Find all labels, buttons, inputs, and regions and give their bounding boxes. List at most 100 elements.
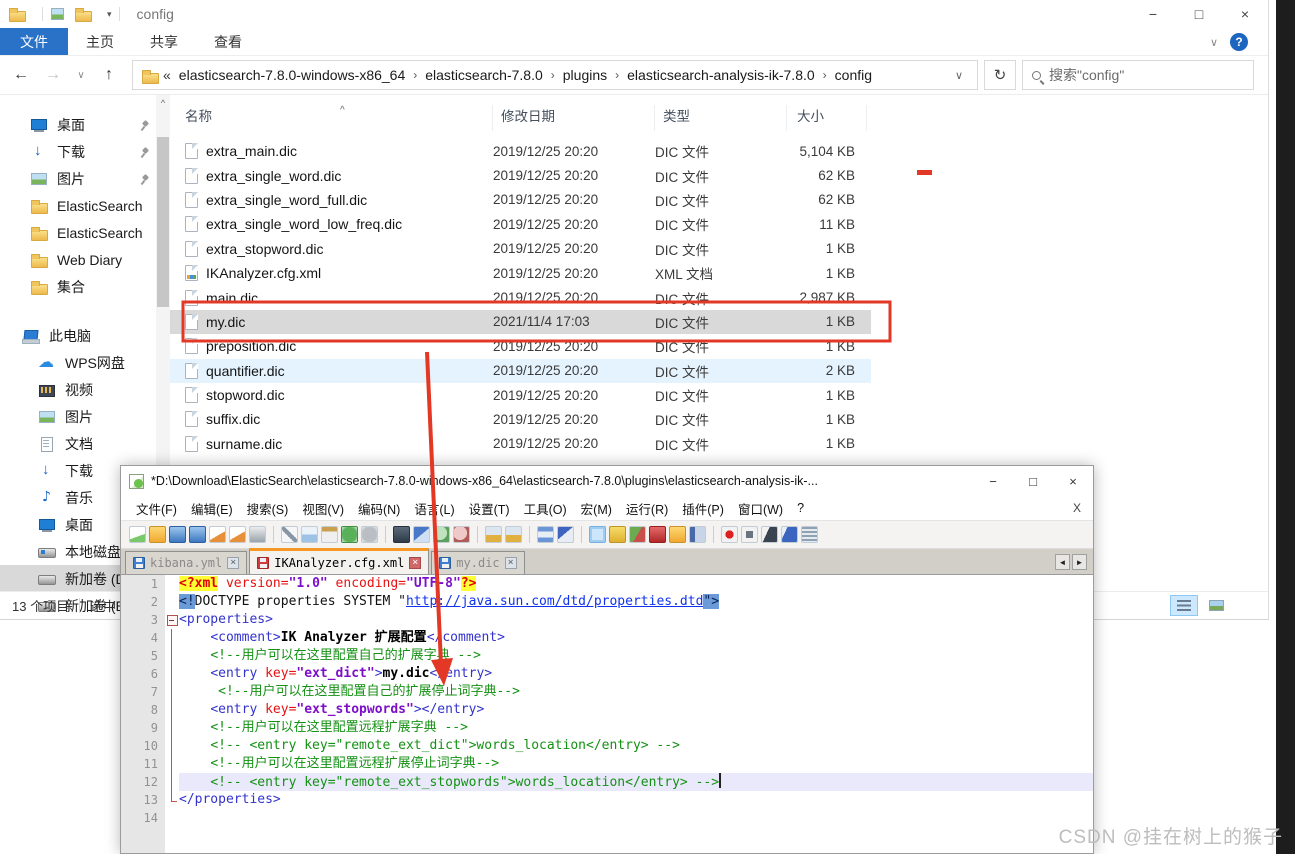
editor-tab-kibana.yml[interactable]: kibana.yml [125, 551, 248, 574]
address-dropdown-icon[interactable]: ∨ [949, 69, 969, 82]
sidebar-item-ElasticSearch[interactable]: ElasticSearch [0, 219, 156, 246]
code-editor[interactable]: 1 <?xml version="1.0" encoding="UTF-8"?> 2… [121, 575, 1093, 853]
bookmark-margin[interactable] [121, 809, 135, 827]
tab-close-icon[interactable] [409, 556, 422, 569]
bookmark-margin[interactable] [121, 629, 135, 647]
bookmark-margin[interactable] [121, 701, 135, 719]
new-file-icon[interactable] [129, 526, 146, 543]
npp-close-button[interactable]: × [1053, 466, 1093, 496]
close-button[interactable]: × [1222, 0, 1268, 28]
editor-tab-IKAnalyzer.cfg.xml[interactable]: IKAnalyzer.cfg.xml [249, 548, 430, 574]
breadcrumb-segment[interactable]: config [835, 67, 872, 83]
save-all-icon[interactable] [189, 526, 206, 543]
word-wrap-icon[interactable] [537, 526, 554, 543]
file-row-IKAnalyzer.cfg.xml[interactable]: IKAnalyzer.cfg.xml 2019/12/25 20:20 XML 文档… [170, 261, 871, 285]
ribbon-tab-file[interactable]: 文件 [0, 28, 68, 55]
bookmark-margin[interactable] [121, 719, 135, 737]
bookmark-margin[interactable] [121, 611, 135, 629]
column-header-类型[interactable]: 类型 [655, 105, 787, 131]
sidebar-item-文档[interactable]: 文档 [0, 430, 156, 457]
npp-maximize-button[interactable]: □ [1013, 466, 1053, 496]
sidebar-item-视频[interactable]: 视频 [0, 376, 156, 403]
function-list-icon[interactable] [649, 526, 666, 543]
copy-icon[interactable] [301, 526, 318, 543]
npp-menu-运行(R)[interactable]: 运行(R) [619, 499, 675, 518]
close-all-icon[interactable] [229, 526, 246, 543]
sidebar-item-此电脑[interactable]: 此电脑 [0, 322, 156, 349]
recent-locations-icon[interactable]: ∨ [72, 70, 90, 81]
file-row-main.dic[interactable]: main.dic 2019/12/25 20:20 DIC 文件 2,987 KB [170, 285, 871, 309]
zoom-in-icon[interactable] [433, 526, 450, 543]
file-row-extra_stopword.dic[interactable]: extra_stopword.dic 2019/12/25 20:20 DIC 文件… [170, 237, 871, 261]
npp-menu-语言(L)[interactable]: 语言(L) [407, 499, 461, 518]
sidebar-item-Web Diary[interactable]: Web Diary [0, 246, 156, 273]
breadcrumb-segment[interactable]: elasticsearch-7.8.0-windows-x86_64 [179, 67, 405, 83]
file-row-surname.dic[interactable]: surname.dic 2019/12/25 20:20 DIC 文件 1 KB [170, 432, 871, 456]
quick-access-customize-icon[interactable]: ▾ [107, 9, 112, 20]
bookmark-margin[interactable] [121, 575, 135, 593]
sidebar-item-桌面[interactable]: 桌面 [0, 111, 156, 138]
ribbon-collapse-icon[interactable]: ∨ [1210, 36, 1218, 49]
thumbnail-view-button[interactable] [1202, 595, 1230, 616]
show-all-characters-icon[interactable] [557, 526, 574, 543]
bookmark-margin[interactable] [121, 593, 135, 611]
sync-scroll-h-icon[interactable] [505, 526, 522, 543]
sidebar-item-图片[interactable]: 图片 [0, 165, 156, 192]
breadcrumb-overflow[interactable]: « [163, 67, 171, 83]
file-row-extra_single_word_full.dic[interactable]: extra_single_word_full.dic 2019/12/25 20:… [170, 188, 871, 212]
maximize-button[interactable]: □ [1176, 0, 1222, 28]
tab-scroll-left-icon[interactable]: ◄ [1055, 554, 1070, 570]
file-row-my.dic[interactable]: my.dic 2021/11/4 17:03 DIC 文件 1 KB [170, 309, 871, 335]
undo-icon[interactable] [341, 526, 358, 543]
indent-guide-icon[interactable] [589, 526, 606, 543]
sidebar-item-集合[interactable]: 集合 [0, 273, 156, 300]
bookmark-margin[interactable] [121, 791, 135, 809]
quick-access-new-folder-icon[interactable] [74, 6, 92, 22]
npp-menu-搜索(S)[interactable]: 搜索(S) [240, 499, 296, 518]
view-in-browser-icon[interactable] [629, 526, 646, 543]
breadcrumb-segment[interactable]: elasticsearch-analysis-ik-7.8.0 [627, 67, 815, 83]
ribbon-tab-2[interactable]: 共享 [132, 28, 196, 55]
sidebar-item-下载[interactable]: 下载 [0, 138, 156, 165]
redo-icon[interactable] [361, 526, 378, 543]
open-file-icon[interactable] [149, 526, 166, 543]
details-view-button[interactable] [1170, 595, 1198, 616]
zoom-out-icon[interactable] [453, 526, 470, 543]
npp-menubar-close-icon[interactable]: X [1073, 501, 1081, 515]
minimize-button[interactable]: − [1130, 0, 1176, 28]
file-row-stopword.dic[interactable]: stopword.dic 2019/12/25 20:20 DIC 文件 1 KB [170, 383, 871, 407]
macro-play-icon[interactable] [761, 526, 778, 543]
back-button[interactable]: ← [8, 66, 34, 84]
macro-stop-icon[interactable] [741, 526, 758, 543]
close-icon[interactable] [209, 526, 226, 543]
file-row-extra_single_word.dic[interactable]: extra_single_word.dic 2019/12/25 20:20 DIC… [170, 163, 871, 187]
npp-menu-工具(O)[interactable]: 工具(O) [517, 499, 574, 518]
sidebar-item-ElasticSearch[interactable]: ElasticSearch [0, 192, 156, 219]
scrollbar-up-icon[interactable]: ^ [156, 95, 170, 108]
print-icon[interactable] [249, 526, 266, 543]
bookmark-margin[interactable] [121, 683, 135, 701]
refresh-button[interactable]: ↻ [984, 60, 1016, 90]
npp-menu-编辑(E)[interactable]: 编辑(E) [184, 499, 240, 518]
npp-menu-窗口(W)[interactable]: 窗口(W) [731, 499, 790, 518]
macro-save-icon[interactable] [801, 526, 818, 543]
file-row-extra_single_word_low_freq.dic[interactable]: extra_single_word_low_freq.dic 2019/12/25… [170, 212, 871, 236]
sync-scroll-v-icon[interactable] [485, 526, 502, 543]
up-button[interactable]: ↑ [96, 66, 122, 84]
npp-menu-设置(T)[interactable]: 设置(T) [462, 499, 517, 518]
cut-icon[interactable] [281, 526, 298, 543]
file-row-suffix.dic[interactable]: suffix.dic 2019/12/25 20:20 DIC 文件 1 KB [170, 407, 871, 431]
tab-scroll-right-icon[interactable]: ► [1072, 554, 1087, 570]
breadcrumb-segment[interactable]: plugins [563, 67, 607, 83]
user-commands-icon[interactable] [609, 526, 626, 543]
npp-menu-?[interactable]: ? [790, 501, 811, 515]
document-map-icon[interactable] [689, 526, 706, 543]
replace-icon[interactable] [413, 526, 430, 543]
fold-marker[interactable] [165, 611, 179, 629]
find-icon[interactable] [393, 526, 410, 543]
npp-menu-编码(N)[interactable]: 编码(N) [351, 499, 407, 518]
ribbon-tab-3[interactable]: 查看 [196, 28, 260, 55]
folder-as-workspace-icon[interactable] [669, 526, 686, 543]
bookmark-margin[interactable] [121, 665, 135, 683]
quick-access-properties-icon[interactable] [50, 6, 65, 22]
